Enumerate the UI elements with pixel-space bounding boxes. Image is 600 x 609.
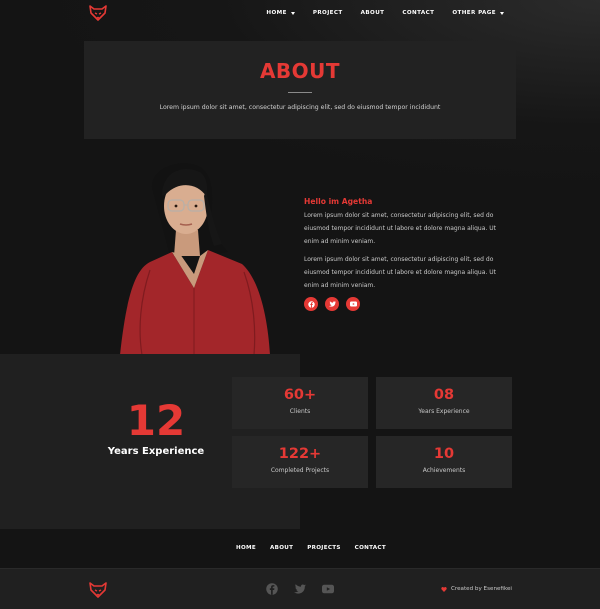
nav-project-label: PROJECT (312, 10, 343, 16)
heart-icon (441, 586, 447, 592)
nav-project[interactable]: PROJECT (313, 10, 343, 16)
profile-photo (120, 163, 270, 355)
facebook-icon[interactable] (266, 583, 278, 595)
youtube-icon (349, 301, 357, 307)
nav-home[interactable]: HOME (266, 10, 295, 16)
chevron-down-icon (290, 11, 295, 15)
hero-subtitle: Lorem ipsum dolor sit amet, consectetur … (159, 104, 441, 111)
credit-text: Created by Esenefikei (451, 586, 512, 592)
nav-contact[interactable]: CONTACT (402, 10, 434, 16)
title-divider (288, 92, 312, 93)
youtube-button[interactable] (346, 297, 360, 311)
youtube-icon[interactable] (322, 583, 334, 595)
footer-nav-contact[interactable]: CONTACT (355, 545, 386, 551)
facebook-button[interactable] (304, 297, 318, 311)
stat-value: 122+ (278, 446, 322, 462)
social-links (304, 297, 360, 311)
site-footer: Created by Esenefikei (0, 568, 600, 609)
stat-label: Completed Projects (270, 467, 330, 474)
intro-paragraph-2: Lorem ipsum dolor sit amet, consectetur … (304, 256, 496, 289)
nav-contact-label: CONTACT (402, 10, 435, 16)
stat-value: 60+ (283, 387, 317, 403)
about-hero: ABOUT Lorem ipsum dolor sit amet, consec… (84, 41, 516, 139)
twitter-button[interactable] (325, 297, 339, 311)
intro-paragraph-1: Lorem ipsum dolor sit amet, consectetur … (304, 212, 496, 245)
intro-greeting: Hello im Agetha (304, 197, 373, 206)
twitter-icon (328, 301, 336, 307)
stat-label: Years Experience (418, 408, 470, 415)
page-title: ABOUT (259, 59, 341, 83)
footer-nav: HOME ABOUT PROJECTS CONTACT (236, 545, 386, 551)
intro-section: Hello im Agetha Lorem ipsum dolor sit am… (304, 197, 504, 293)
nav-other-page[interactable]: OTHER PAGE (452, 10, 504, 16)
footer-credit: Created by Esenefikei (441, 586, 512, 592)
footer-nav-home[interactable]: HOME (236, 545, 256, 551)
chevron-down-icon (500, 11, 504, 15)
stat-card-achievements: 10 Achievements (376, 436, 512, 488)
footer-social-icons (266, 583, 334, 595)
nav-about-label: ABOUT (360, 10, 385, 16)
nav-about[interactable]: ABOUT (361, 10, 385, 16)
footer-nav-about[interactable]: ABOUT (270, 545, 293, 551)
footer-nav-projects[interactable]: PROJECTS (307, 545, 340, 551)
nav-home-label: HOME (266, 10, 287, 16)
stat-value: 08 (433, 387, 455, 403)
twitter-icon[interactable] (294, 583, 306, 595)
stat-card-projects: 122+ Completed Projects (232, 436, 368, 488)
fox-logo-icon[interactable] (89, 582, 107, 598)
stat-label: Clients (289, 408, 311, 415)
stat-card-clients: 60+ Clients (232, 377, 368, 429)
stat-label: Achievements (422, 467, 466, 474)
main-menu: HOME PROJECT ABOUT CONTACT OTHER PAGE (266, 10, 504, 16)
top-nav: HOME PROJECT ABOUT CONTACT OTHER PAGE (0, 0, 600, 28)
fox-logo-icon[interactable] (89, 5, 107, 21)
stat-value: 10 (433, 446, 455, 462)
facebook-icon (307, 300, 315, 308)
nav-other-page-label: OTHER PAGE (452, 10, 496, 16)
stat-card-years: 08 Years Experience (376, 377, 512, 429)
